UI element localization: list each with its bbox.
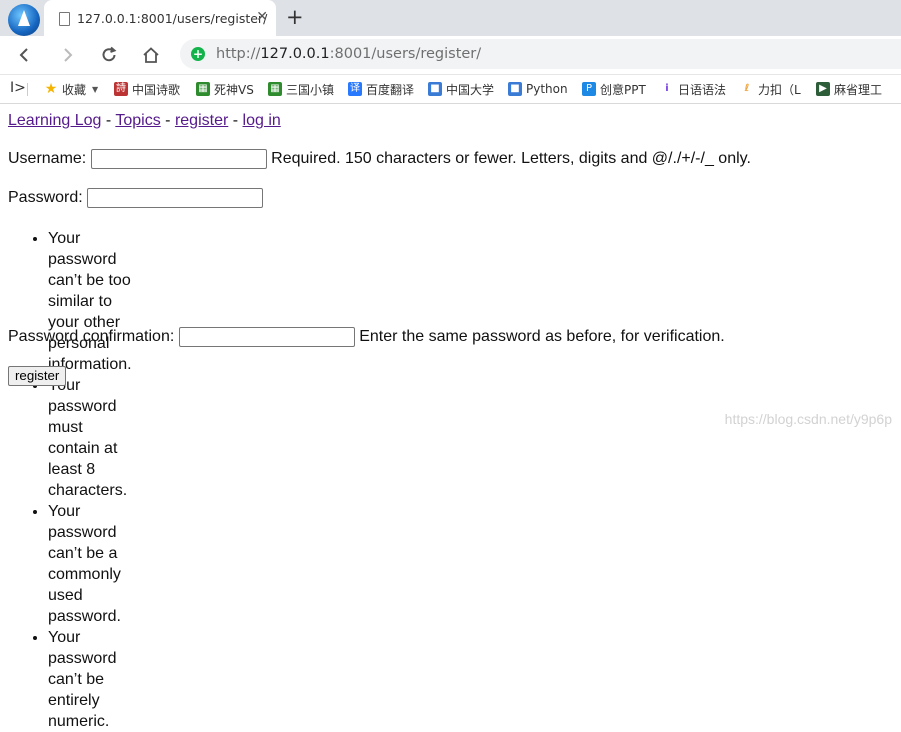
page-icon: [59, 12, 70, 26]
list-item: Your password can’t be entirely numeric.: [48, 627, 132, 732]
tab-title: 127.0.0.1:8001/users/register/: [77, 11, 268, 26]
bookmark-label: 创意PPT: [600, 82, 646, 97]
new-tab-icon[interactable]: +: [286, 6, 304, 28]
topics-link[interactable]: Topics: [115, 112, 160, 129]
leetcode-icon: ℓ: [744, 83, 750, 94]
ppt-icon: P: [582, 82, 596, 96]
watermark: https://blog.csdn.net/y9p6p: [724, 411, 892, 427]
bookmark-label: 百度翻译: [366, 82, 415, 97]
bookmark-favorites[interactable]: ★ 收藏 ▼: [44, 80, 98, 98]
active-tab[interactable]: 127.0.0.1:8001/users/register/ ✕: [44, 0, 276, 36]
list-item: Your password can’t be too similar to yo…: [48, 228, 132, 375]
home-link[interactable]: Learning Log: [8, 112, 101, 129]
nav-separator: -: [228, 112, 243, 129]
play-icon: ▶: [816, 82, 830, 96]
password-help-list: Your password can’t be too similar to yo…: [8, 228, 132, 732]
nav-separator: -: [160, 112, 175, 129]
divider: [27, 83, 28, 96]
star-icon: ★: [44, 81, 58, 97]
browser-toolbar: + http://127.0.0.1:8001/users/register/: [0, 36, 901, 75]
show-apps-icon[interactable]: I>: [10, 80, 26, 96]
book-icon: ■: [508, 82, 522, 96]
translate-icon: 译: [348, 82, 362, 96]
chevron-down-icon: ▼: [92, 84, 99, 94]
login-link[interactable]: log in: [243, 112, 281, 129]
back-icon[interactable]: [12, 42, 38, 68]
forward-icon[interactable]: [54, 42, 80, 68]
register-button[interactable]: register: [8, 366, 67, 386]
bookmark-item[interactable]: ▦ 死神VS: [196, 80, 254, 98]
password-input[interactable]: [87, 188, 264, 208]
list-item: Your password can’t be a commonly used p…: [48, 501, 132, 627]
reload-icon[interactable]: [96, 42, 122, 68]
bookmark-label: Python: [526, 82, 568, 96]
url-path: :8001/users/register/: [329, 46, 482, 62]
bookmark-item[interactable]: ℓ 力扣（L: [740, 80, 802, 98]
site-nav: Learning Log - Topics - register - log i…: [8, 112, 281, 130]
bookmark-label: 死神VS: [214, 82, 254, 97]
bookmark-item[interactable]: i 日语语法: [660, 80, 728, 98]
bookmark-item[interactable]: 詩中国诗歌: [114, 80, 182, 98]
green-grid-icon: ▦: [196, 82, 210, 96]
username-input[interactable]: [90, 149, 267, 169]
username-row: Username: Required. 150 characters or fe…: [8, 149, 751, 169]
bookmark-item[interactable]: ■ 中国大学: [428, 80, 496, 98]
green-grid-icon: ▦: [268, 82, 282, 96]
bookmark-item[interactable]: ▶ 麻省理工: [816, 80, 886, 98]
bookmark-item[interactable]: ▦ 三国小镇: [268, 80, 334, 98]
username-help-text: Required. 150 characters or fewer. Lette…: [271, 150, 751, 168]
bookmark-label: 三国小镇: [285, 82, 334, 97]
bookmark-label: 麻省理工: [834, 82, 883, 97]
tab-strip: 127.0.0.1:8001/users/register/ ✕ +: [0, 0, 901, 36]
bookmark-label: 日语语法: [678, 82, 727, 97]
address-bar[interactable]: + http://127.0.0.1:8001/users/register/: [180, 39, 901, 69]
password-confirmation-label: Password confirmation:: [8, 328, 175, 346]
password-label: Password:: [8, 189, 83, 207]
url-host: 127.0.0.1: [260, 46, 330, 62]
password-confirmation-input[interactable]: [178, 327, 355, 347]
nav-separator: -: [101, 112, 116, 129]
bookmark-item[interactable]: 译百度翻译: [348, 80, 420, 98]
bookmark-label: 中国诗歌: [132, 82, 181, 97]
browser-logo-icon[interactable]: [8, 4, 40, 36]
username-label: Username:: [8, 150, 87, 168]
password-confirmation-help-text: Enter the same password as before, for v…: [359, 328, 725, 346]
password-confirmation-row: Password confirmation: Enter the same pa…: [8, 327, 725, 347]
bookmark-item[interactable]: ■ Python: [508, 80, 570, 98]
url-text[interactable]: http://127.0.0.1:8001/users/register/: [216, 46, 481, 62]
register-link[interactable]: register: [175, 112, 228, 129]
bookmark-label: 力扣（L: [758, 82, 801, 97]
url-scheme: http://: [216, 46, 261, 62]
close-tab-icon[interactable]: ✕: [256, 9, 268, 25]
secure-shield-icon: +: [191, 47, 205, 61]
i-icon: i: [665, 83, 669, 94]
home-icon[interactable]: [138, 42, 164, 68]
bookmark-item[interactable]: P 创意PPT: [582, 80, 648, 98]
password-row: Password:: [8, 188, 264, 208]
bookmark-label: 收藏: [62, 82, 87, 97]
bookmarks-bar: I> ★ 收藏 ▼ 詩中国诗歌 ▦ 死神VS ▦ 三国小镇 译百度翻译 ■ 中国大学 ■ P…: [0, 75, 901, 104]
bookmark-label: 中国大学: [446, 82, 495, 97]
book-icon: ■: [428, 82, 442, 96]
list-item: Your password must contain at least 8 ch…: [48, 375, 132, 501]
red-square-icon: 詩: [114, 82, 128, 96]
